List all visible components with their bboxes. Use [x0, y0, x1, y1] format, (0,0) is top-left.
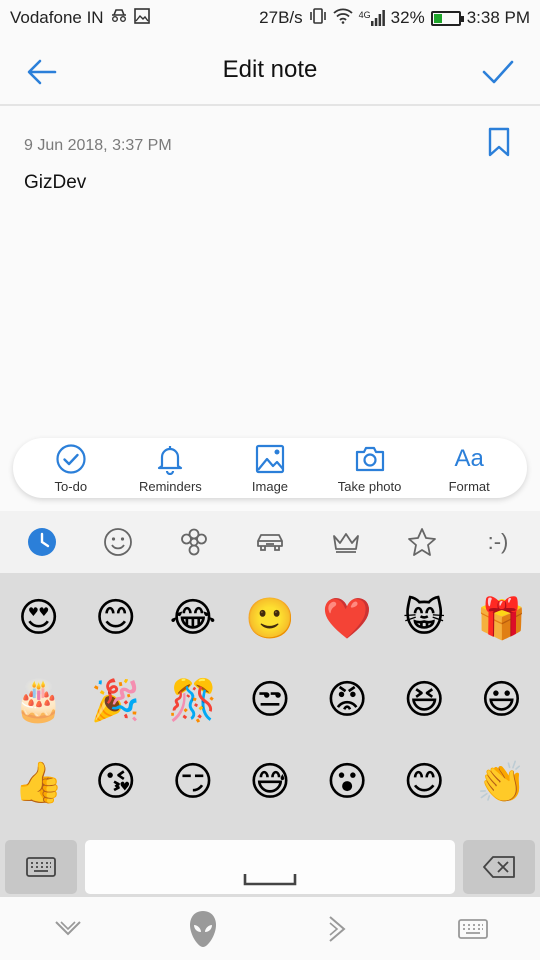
emoji-key[interactable]: 😊 [386, 741, 463, 823]
tab-travel[interactable] [240, 517, 300, 567]
hide-keyboard-button[interactable] [38, 904, 98, 954]
chevron-down-icon [54, 920, 81, 935]
take-photo-button[interactable]: Take photo [324, 443, 416, 494]
status-left: Vodafone IN [10, 8, 150, 28]
incognito-icon [110, 9, 128, 27]
space-bar[interactable] [85, 840, 455, 894]
battery-percent: 32% [390, 8, 425, 27]
emoji-key[interactable]: 👍 [0, 741, 77, 823]
emoji-category-tabs: :-) [0, 511, 540, 573]
reminders-button[interactable]: Reminders [124, 443, 216, 494]
home-button[interactable] [173, 904, 233, 954]
tab-emoticons[interactable]: :-) [468, 517, 528, 567]
save-button[interactable] [480, 54, 516, 90]
emoji-key[interactable]: 🎁 [463, 577, 540, 659]
emoji-key[interactable]: 🎂 [0, 659, 77, 741]
bookmark-button[interactable] [486, 127, 512, 157]
emoji-key[interactable]: 😅 [231, 741, 308, 823]
page-title: Edit note [222, 56, 318, 83]
image-label: Image [251, 478, 289, 494]
image-icon [255, 444, 285, 473]
emoji-grid: 😍 😊 😂 🙂 ❤️ 😸 🎁 🎂 🎉 🎊 😒 😡 😆 😃 👍 😘 😏 😅 😮 😊… [0, 573, 540, 837]
note-body-text[interactable]: GizDev [24, 172, 86, 194]
keyboard-toggle-button[interactable] [443, 904, 503, 954]
tab-recent[interactable] [12, 517, 72, 567]
tab-nature[interactable] [164, 517, 224, 567]
emoji-key[interactable]: 😘 [77, 741, 154, 823]
wifi-icon [333, 8, 353, 29]
star-icon [408, 528, 436, 556]
format-button[interactable]: Aa Format [423, 443, 515, 494]
crown-icon [333, 533, 359, 553]
bell-icon [158, 445, 183, 475]
back-button[interactable] [24, 54, 60, 90]
image-button[interactable]: Image [224, 443, 316, 494]
status-right: 27B/s 4G 32% 3:38 PM [259, 7, 530, 29]
recent-apps-button[interactable] [308, 904, 368, 954]
tab-objects[interactable] [316, 517, 376, 567]
keyboard-bottom-row [0, 837, 540, 897]
app-header: Edit note [0, 36, 540, 106]
space-icon [243, 874, 297, 886]
backspace-icon [483, 856, 515, 878]
tab-smileys[interactable] [88, 517, 148, 567]
note-date: 9 Jun 2018, 3:37 PM [24, 137, 172, 154]
emoji-key[interactable]: 🙂 [231, 577, 308, 659]
todo-button[interactable]: To-do [25, 443, 117, 494]
emoticon-text: :-) [487, 529, 509, 554]
emoji-key[interactable]: 😒 [231, 659, 308, 741]
note-toolbar: To-do Reminders Image Take photo Aa Form… [13, 438, 527, 498]
keyboard-switch-button[interactable] [5, 840, 77, 894]
emoji-key[interactable]: 😡 [309, 659, 386, 741]
checkmark-icon [482, 60, 514, 84]
take-photo-label: Take photo [337, 478, 402, 494]
battery-fill [433, 13, 442, 23]
emoji-key[interactable]: 😃 [463, 659, 540, 741]
tab-symbols[interactable] [392, 517, 452, 567]
smiley-icon [104, 528, 132, 556]
alien-head-icon [189, 910, 216, 947]
emoji-key[interactable]: 👏 [463, 741, 540, 823]
format-label: Format [448, 478, 490, 494]
emoji-key[interactable]: 😏 [154, 741, 231, 823]
emoji-key[interactable]: 😆 [386, 659, 463, 741]
emoji-key[interactable]: 🎉 [77, 659, 154, 741]
emoji-key[interactable]: 😂 [154, 577, 231, 659]
image-notification-icon [133, 8, 150, 28]
check-circle-icon [56, 443, 86, 474]
recent-clock-icon [28, 528, 56, 556]
signal-icon: 4G [359, 10, 385, 26]
backspace-button[interactable] [463, 840, 535, 894]
camera-icon [355, 446, 384, 471]
clock: 3:38 PM [466, 8, 530, 27]
emoji-key[interactable]: 😍 [0, 577, 77, 659]
todo-label: To-do [54, 478, 88, 494]
keyboard-icon [26, 857, 56, 877]
emoji-key[interactable]: 😊 [77, 577, 154, 659]
format-text-icon: Aa [454, 444, 484, 472]
emoji-key[interactable]: ❤️ [309, 577, 386, 659]
car-icon [257, 534, 283, 551]
network-speed: 27B/s [259, 8, 303, 27]
network-type: 4G [358, 10, 371, 20]
navigation-bar [0, 897, 540, 960]
battery-icon [430, 10, 464, 26]
back-arrow-icon [27, 59, 57, 85]
emoji-key[interactable]: 🎊 [154, 659, 231, 741]
emoji-key[interactable]: 😸 [386, 577, 463, 659]
status-bar: Vodafone IN 27B/s 4G 32% 3:38 PM [0, 0, 540, 36]
keyboard-icon [457, 918, 488, 939]
chevron-right-icon [328, 915, 346, 942]
bookmark-icon [488, 127, 510, 157]
reminders-label: Reminders [138, 478, 202, 494]
emoji-key[interactable]: 😮 [309, 741, 386, 823]
carrier-label: Vodafone IN [10, 8, 104, 27]
vibrate-icon [309, 7, 327, 29]
flower-icon [181, 528, 207, 556]
